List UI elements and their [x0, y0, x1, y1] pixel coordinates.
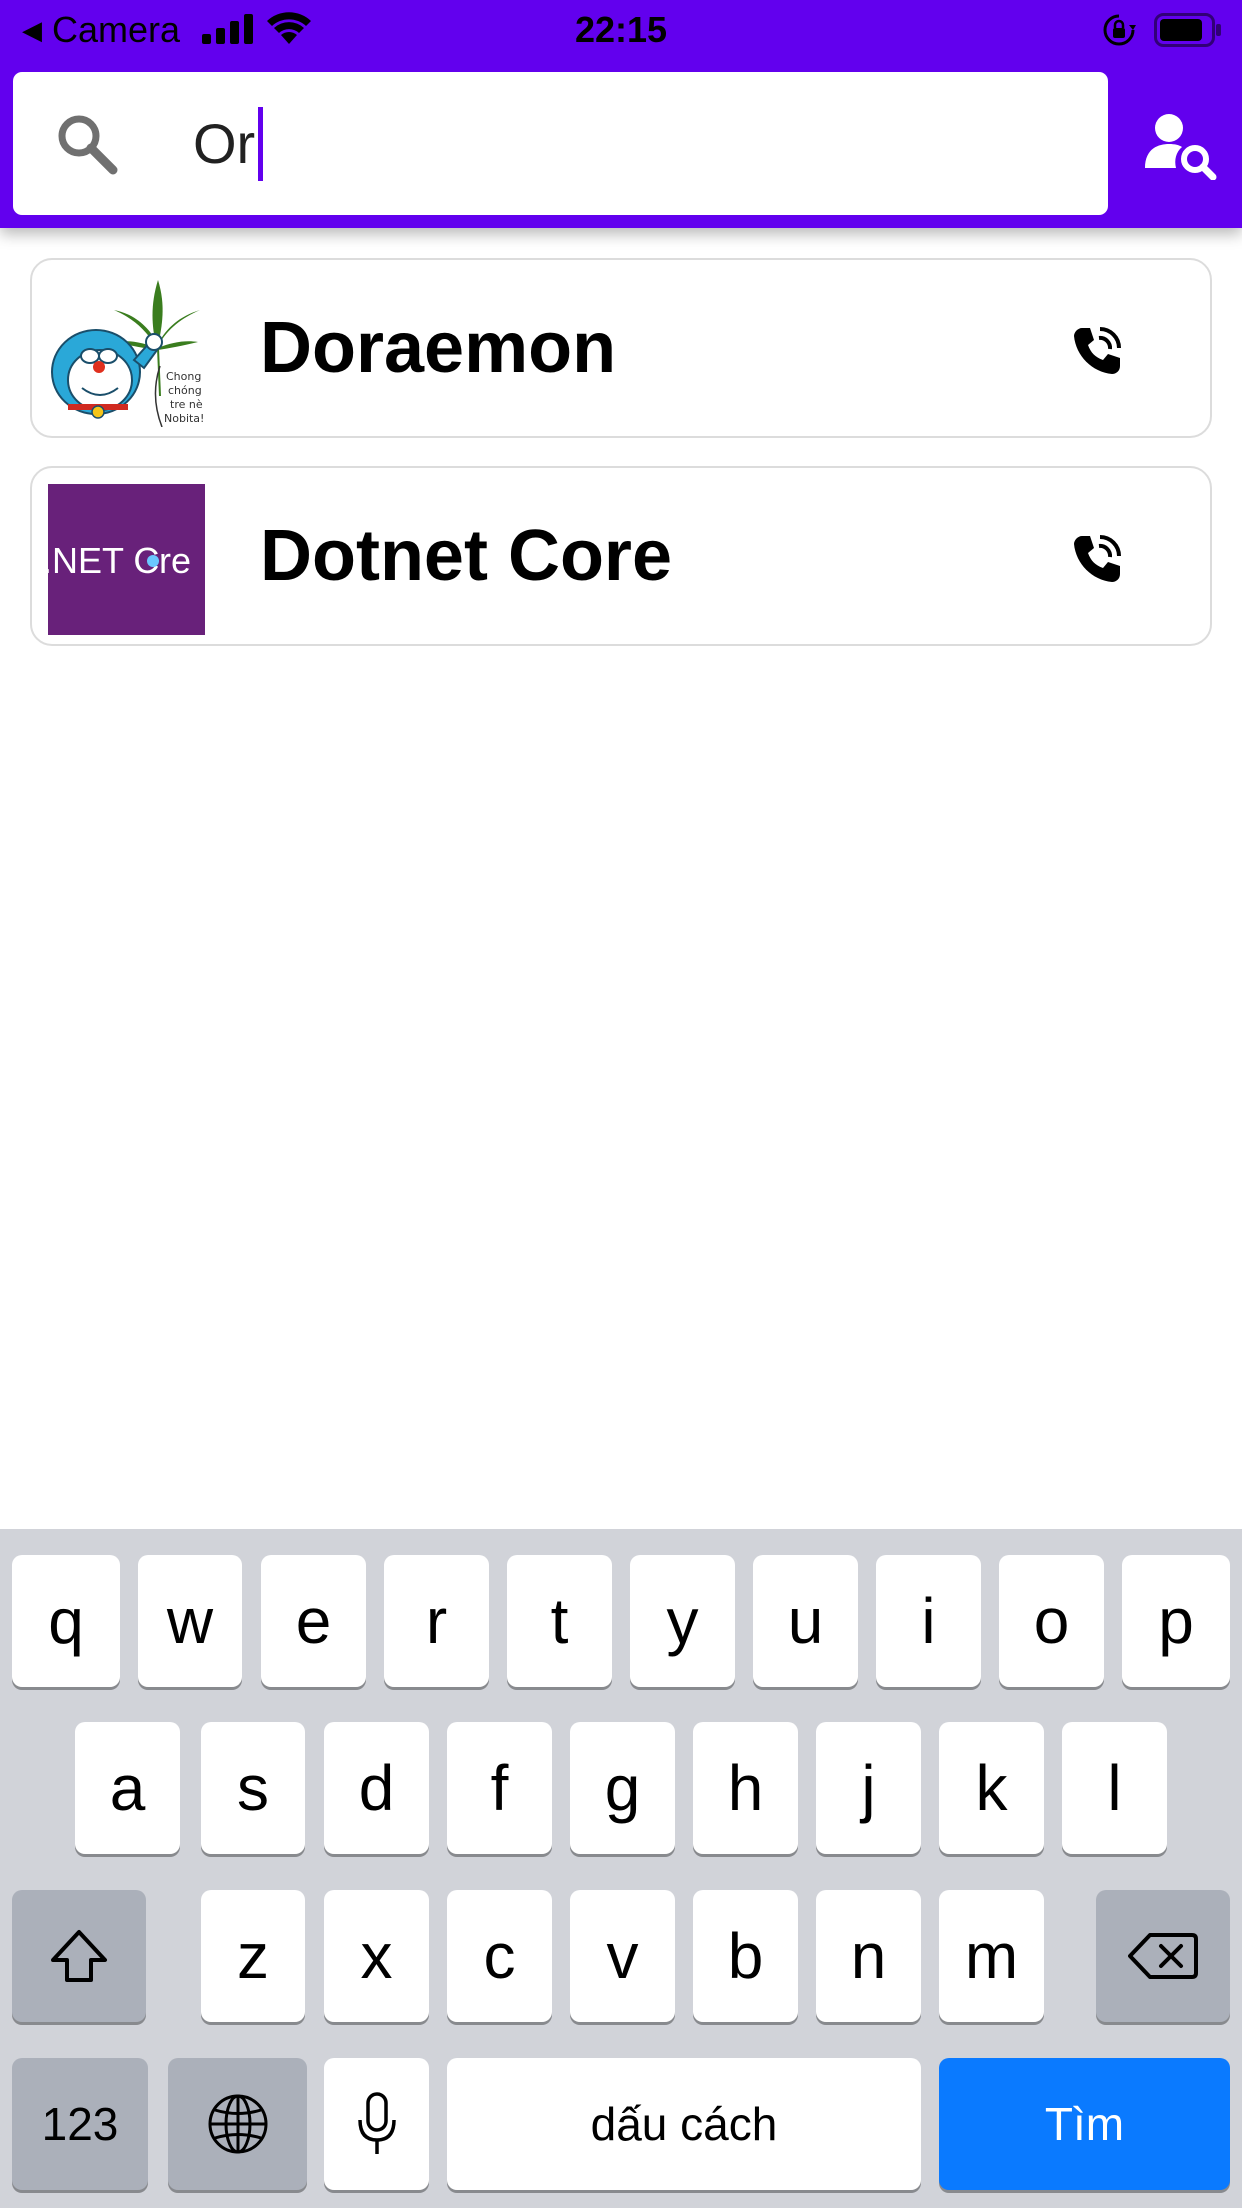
key-u[interactable]: u: [753, 1555, 858, 1687]
search-bar[interactable]: Or: [13, 72, 1108, 215]
key-b[interactable]: b: [693, 1890, 798, 2022]
key-m[interactable]: m: [939, 1890, 1044, 2022]
rotation-lock-icon: [1103, 14, 1136, 46]
person-search-icon[interactable]: [1145, 112, 1217, 180]
key-z[interactable]: z: [201, 1890, 305, 2022]
shift-icon: [51, 1930, 107, 1982]
key-f[interactable]: f: [447, 1722, 552, 1854]
phone-call-icon[interactable]: [1072, 534, 1122, 584]
contact-name: Doraemon: [260, 308, 617, 388]
key-o[interactable]: o: [999, 1555, 1104, 1687]
key-l[interactable]: l: [1062, 1722, 1167, 1854]
microphone-icon: [357, 2092, 396, 2154]
battery-icon: [1154, 13, 1221, 47]
avatar-caption: Nobita!: [164, 412, 204, 425]
contact-item[interactable]: .NET C re Dotnet Core: [30, 466, 1212, 646]
key-t[interactable]: t: [507, 1555, 612, 1687]
key-d[interactable]: d: [324, 1722, 429, 1854]
app-header: ◀ Camera 22:15 Or: [0, 0, 1242, 228]
contact-avatar: Chong chóng tre nè Nobita!: [48, 276, 205, 427]
key-q[interactable]: q: [12, 1555, 120, 1687]
key-n[interactable]: n: [816, 1890, 921, 2022]
key-v[interactable]: v: [570, 1890, 675, 2022]
contact-avatar: .NET C re: [48, 484, 205, 635]
avatar-logo-text: re: [159, 540, 191, 581]
backspace-key[interactable]: [1096, 1890, 1230, 2022]
search-return-key[interactable]: Tìm: [939, 2058, 1230, 2190]
status-bar: ◀ Camera 22:15: [0, 0, 1242, 62]
globe-icon: [208, 2094, 267, 2154]
key-c[interactable]: c: [447, 1890, 552, 2022]
key-w[interactable]: w: [138, 1555, 242, 1687]
shift-key[interactable]: [12, 1890, 146, 2022]
avatar-caption: Chong: [166, 370, 201, 383]
search-icon: [58, 115, 118, 175]
key-x[interactable]: x: [324, 1890, 429, 2022]
on-screen-keyboard: q w e r t y u i o p a s d f g h j k l z …: [0, 1529, 1242, 2208]
dictation-key[interactable]: [324, 2058, 429, 2190]
status-time: 22:15: [574, 9, 668, 50]
space-key[interactable]: dấu cách: [447, 2058, 921, 2190]
key-i[interactable]: i: [876, 1555, 981, 1687]
key-j[interactable]: j: [816, 1722, 921, 1854]
backspace-icon: [1128, 1933, 1198, 1979]
key-y[interactable]: y: [630, 1555, 735, 1687]
key-k[interactable]: k: [939, 1722, 1044, 1854]
key-a[interactable]: a: [75, 1722, 180, 1854]
key-g[interactable]: g: [570, 1722, 675, 1854]
key-p[interactable]: p: [1122, 1555, 1230, 1687]
numbers-key[interactable]: 123: [12, 2058, 148, 2190]
text-caret: [258, 107, 264, 181]
key-h[interactable]: h: [693, 1722, 798, 1854]
avatar-logo-text: .NET C: [48, 540, 159, 581]
key-e[interactable]: e: [261, 1555, 366, 1687]
search-input[interactable]: Or: [193, 107, 264, 181]
search-input-value: Or: [193, 112, 256, 175]
contact-name: Dotnet Core: [260, 516, 672, 596]
avatar-caption: tre nè: [170, 398, 203, 411]
contact-list: Chong chóng tre nè Nobita! Doraemon .NET…: [30, 258, 1212, 674]
avatar-caption: chóng: [168, 384, 202, 397]
phone-call-icon[interactable]: [1072, 326, 1122, 376]
contact-item[interactable]: Chong chóng tre nè Nobita! Doraemon: [30, 258, 1212, 438]
key-s[interactable]: s: [201, 1722, 305, 1854]
key-r[interactable]: r: [384, 1555, 489, 1687]
globe-key[interactable]: [168, 2058, 307, 2190]
